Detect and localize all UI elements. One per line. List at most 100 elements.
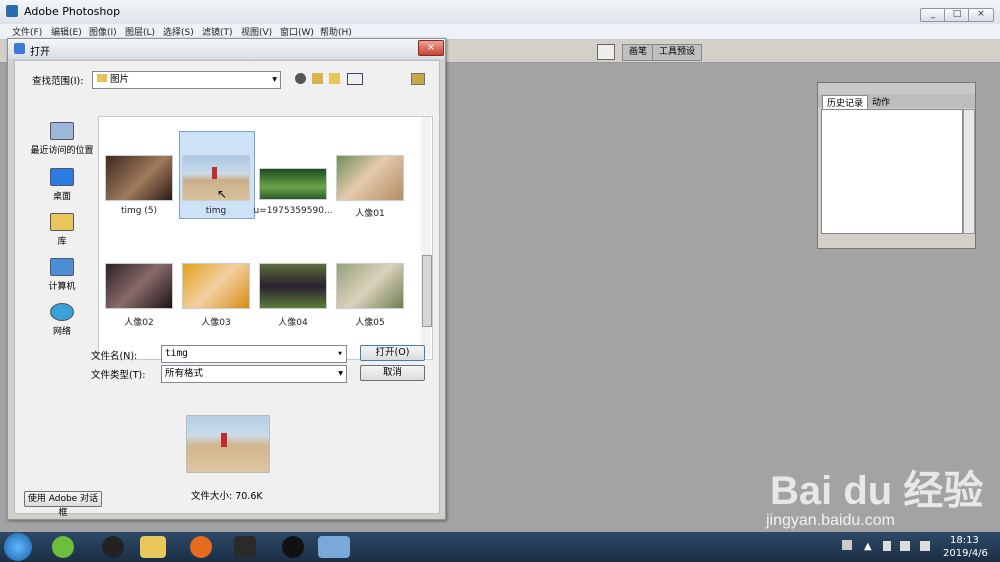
open-button[interactable]: 打开(O) — [360, 345, 425, 361]
app-title: Adobe Photoshop — [24, 5, 121, 18]
file-name[interactable]: timg (5) — [99, 206, 179, 216]
place-desktop[interactable]: 桌面 — [29, 168, 95, 202]
tab-tool-presets[interactable]: 工具预设 — [652, 44, 703, 61]
palette-well-icon[interactable] — [597, 44, 615, 60]
menu-help[interactable]: 帮助(H) — [320, 25, 352, 38]
panel-header — [818, 83, 975, 94]
open-dialog: 打开 × 查找范围(I): 图片 ▾ 最近访问的位置 桌面 库 计算机 网络 t… — [7, 38, 446, 520]
file-thumb[interactable] — [336, 263, 404, 309]
look-in-value: 图片 — [110, 74, 130, 85]
dialog-title: 打开 — [30, 47, 50, 58]
computer-icon — [50, 258, 74, 276]
new-folder-icon[interactable] — [329, 73, 340, 84]
filetype-select[interactable]: 所有格式 ▾ — [161, 365, 347, 383]
file-thumb[interactable] — [259, 168, 327, 200]
dialog-close-button[interactable]: × — [418, 40, 444, 56]
figure-in-thumb — [212, 167, 217, 179]
use-adobe-dialog-button[interactable]: 使用 Adobe 对话框 — [24, 491, 102, 518]
filename-label: 文件名(N): — [91, 351, 138, 362]
firefox-icon[interactable] — [190, 536, 212, 558]
filetype-label: 文件类型(T): — [91, 370, 146, 381]
dialog-icon — [14, 43, 25, 54]
browser-green-icon[interactable] — [52, 536, 74, 558]
filename-value: timg — [165, 348, 188, 359]
file-name[interactable]: 人像02 — [99, 315, 179, 328]
watermark-logo: Bai du 经验 — [770, 469, 984, 513]
photoshop-taskbar-icon[interactable] — [318, 536, 350, 558]
menu-image[interactable]: 图像(I) — [89, 25, 117, 38]
file-thumb[interactable] — [105, 263, 173, 309]
panel-tabs: 历史记录 动作 — [818, 94, 975, 109]
file-thumb[interactable] — [336, 155, 404, 201]
maximize-button[interactable]: □ — [944, 8, 970, 22]
preview-image — [186, 415, 270, 473]
folder-icon — [97, 74, 107, 82]
desktop-icon — [50, 168, 74, 186]
network-tray-icon[interactable] — [883, 541, 891, 551]
media-app-icon[interactable] — [234, 536, 256, 558]
history-list — [821, 109, 963, 234]
qq-icon[interactable] — [102, 536, 124, 558]
file-name[interactable]: 人像04 — [253, 315, 333, 328]
back-icon[interactable] — [295, 73, 306, 84]
file-thumb[interactable] — [259, 263, 327, 309]
file-size-text: 文件大小: 70.6K — [191, 491, 263, 502]
menu-window[interactable]: 窗口(W) — [280, 25, 314, 38]
tray-expand-icon[interactable]: ▲ — [864, 541, 872, 552]
file-name[interactable]: timg — [176, 206, 256, 216]
filetype-value: 所有格式 — [165, 368, 204, 379]
place-computer[interactable]: 计算机 — [29, 258, 95, 292]
desktop-folder-icon[interactable] — [411, 73, 425, 85]
file-thumb[interactable] — [105, 155, 173, 201]
place-libraries[interactable]: 库 — [29, 213, 95, 247]
clock-time[interactable]: 18:13 — [950, 535, 979, 546]
up-folder-icon[interactable] — [312, 73, 323, 84]
minimize-button[interactable]: _ — [920, 8, 946, 22]
menu-filter[interactable]: 滤镜(T) — [202, 25, 233, 38]
preview-figure — [221, 433, 227, 447]
history-panel: 历史记录 动作 — [817, 82, 976, 249]
volume-icon[interactable] — [900, 541, 910, 551]
places-bar: 最近访问的位置 桌面 库 计算机 网络 — [29, 116, 94, 416]
file-list-scrollbar[interactable] — [421, 117, 432, 357]
close-button[interactable]: × — [968, 8, 994, 22]
look-in-combo[interactable]: 图片 ▾ — [92, 71, 281, 89]
menu-edit[interactable]: 编辑(E) — [51, 25, 82, 38]
photoshop-icon — [6, 5, 18, 17]
tab-history[interactable]: 历史记录 — [822, 95, 869, 109]
file-name[interactable]: 人像01 — [330, 206, 410, 219]
scroll-thumb[interactable] — [422, 255, 432, 327]
history-scrollbar[interactable] — [963, 109, 975, 234]
file-name[interactable]: 人像05 — [330, 315, 410, 328]
menu-layer[interactable]: 图层(L) — [125, 25, 155, 38]
menu-file[interactable]: 文件(F) — [12, 25, 42, 38]
chevron-down-icon: ▾ — [338, 368, 343, 379]
action-center-icon[interactable] — [920, 541, 930, 551]
explorer-icon[interactable] — [140, 536, 166, 558]
menu-view[interactable]: 视图(V) — [241, 25, 272, 38]
place-network[interactable]: 网络 — [29, 303, 95, 337]
place-computer-label: 计算机 — [48, 282, 76, 292]
filename-input[interactable]: timg ▾ — [161, 345, 347, 363]
file-name[interactable]: u=1975359590... — [253, 206, 333, 216]
start-button-icon[interactable] — [4, 533, 32, 561]
place-recent-label: 最近访问的位置 — [30, 146, 94, 156]
tab-actions[interactable]: 动作 — [872, 95, 890, 108]
file-name[interactable]: 人像03 — [176, 315, 256, 328]
place-network-label: 网络 — [52, 327, 71, 337]
mouse-cursor-icon: ↖ — [217, 187, 228, 201]
place-recent[interactable]: 最近访问的位置 — [29, 122, 95, 156]
file-list: timg (5) timg ↖ u=1975359590... 人像01 人像0… — [98, 116, 433, 360]
file-thumb[interactable] — [182, 263, 250, 309]
recent-places-icon — [50, 122, 74, 140]
view-menu-icon[interactable] — [347, 73, 363, 85]
keyboard-icon[interactable] — [842, 540, 852, 550]
tab-brushes[interactable]: 画笔 — [622, 44, 655, 61]
menu-select[interactable]: 选择(S) — [163, 25, 194, 38]
cancel-button[interactable]: 取消 — [360, 365, 425, 381]
record-icon[interactable] — [282, 536, 304, 558]
photoshop-window: Adobe Photoshop _ □ × 文件(F) 编辑(E) 图像(I) … — [0, 0, 1000, 532]
dialog-title-bar: 打开 × — [8, 39, 445, 59]
title-bar: Adobe Photoshop _ □ × — [0, 0, 1000, 25]
clock-date[interactable]: 2019/4/6 — [943, 548, 988, 559]
